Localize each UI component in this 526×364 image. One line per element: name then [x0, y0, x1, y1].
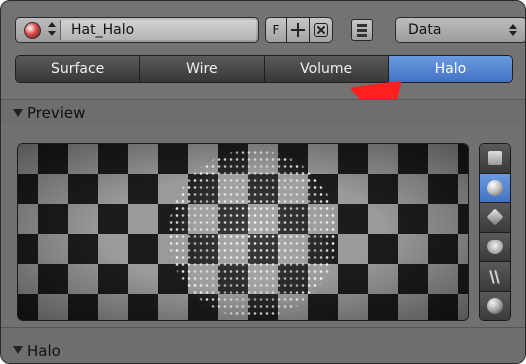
preview-monkey-button[interactable] [480, 232, 510, 262]
tab-volume[interactable]: Volume [264, 56, 389, 82]
sphere-icon [487, 179, 503, 196]
tab-wire[interactable]: Wire [140, 56, 265, 82]
material-browse-updown-icon[interactable] [46, 21, 58, 39]
close-icon [314, 23, 328, 37]
unlink-material-button[interactable] [309, 17, 333, 43]
hair-icon [487, 268, 503, 284]
material-ball-icon[interactable] [24, 22, 41, 39]
plus-icon [291, 23, 305, 37]
halo-section-title: Halo [27, 342, 61, 360]
preview-section-body [1, 125, 525, 327]
material-preview-render [17, 143, 469, 321]
material-header-row: Hat_Halo F Data [15, 15, 525, 45]
preview-world-button[interactable] [480, 291, 510, 320]
node-browse-icon[interactable] [351, 19, 373, 41]
preview-cube-button[interactable] [480, 203, 510, 233]
halo-section-header[interactable]: Halo [1, 327, 525, 363]
preview-shape-buttons [479, 143, 511, 321]
preview-hair-button[interactable] [480, 262, 510, 292]
disclosure-triangle-icon [13, 346, 23, 354]
fake-user-button[interactable]: F [265, 17, 287, 43]
material-id-field[interactable]: Hat_Halo [15, 17, 259, 43]
preview-section-header[interactable]: Preview [1, 99, 525, 125]
cube-icon [486, 208, 504, 226]
preview-section-title: Preview [27, 104, 86, 122]
monkey-icon [487, 239, 503, 254]
context-select-value: Data [408, 22, 442, 38]
material-panel: Hat_Halo F Data Surface Wire Volume Halo… [0, 0, 526, 364]
new-material-button[interactable] [286, 17, 310, 43]
world-sphere-icon [487, 297, 503, 314]
context-select[interactable]: Data [395, 17, 525, 43]
chevron-updown-icon [508, 23, 518, 37]
material-name-input[interactable]: Hat_Halo [60, 20, 256, 40]
tab-halo[interactable]: Halo [388, 56, 512, 82]
flat-icon [488, 151, 502, 166]
preview-sphere-button[interactable] [480, 173, 510, 203]
tab-surface[interactable]: Surface [16, 56, 141, 82]
preview-flat-button[interactable] [480, 144, 510, 174]
disclosure-triangle-icon [13, 109, 23, 117]
material-type-tabs: Surface Wire Volume Halo [15, 55, 513, 83]
